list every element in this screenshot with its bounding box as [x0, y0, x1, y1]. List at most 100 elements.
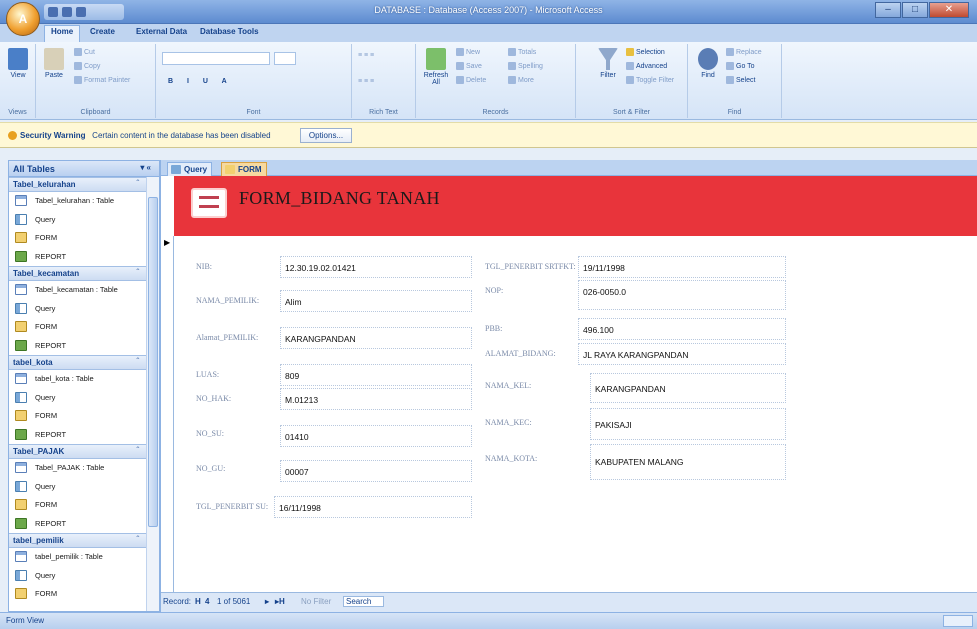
tgl-penerbit-srtfkt-field[interactable]: 19/11/1998	[578, 256, 786, 278]
nav-item-report[interactable]: REPORT	[9, 515, 147, 534]
first-record-button[interactable]: H	[195, 597, 201, 606]
spelling-button[interactable]: Spelling	[508, 62, 543, 70]
nav-scrollbar[interactable]	[146, 177, 159, 611]
nav-item-table[interactable]: Tabel_kelurahan : Table	[9, 192, 147, 211]
advanced-button[interactable]: Advanced	[626, 62, 667, 70]
no-gu-field[interactable]: 00007	[280, 460, 472, 482]
tab-create[interactable]: Create	[90, 27, 115, 36]
select-icon	[726, 76, 734, 84]
options-button[interactable]: Options...	[300, 128, 352, 143]
no-hak-field[interactable]: M.01213	[280, 388, 472, 410]
nav-group-header[interactable]: tabel_pemilik ˆ	[9, 533, 147, 548]
refresh-button[interactable]: Refresh All	[422, 48, 450, 86]
nama-kota-field[interactable]: KABUPATEN MALANG	[590, 444, 786, 480]
pbb-field[interactable]: 496.100	[578, 318, 786, 340]
close-button[interactable]: ✕	[929, 2, 969, 18]
maximize-button[interactable]: □	[902, 2, 928, 18]
next-record-button[interactable]: ▸	[265, 597, 269, 606]
save-record-button[interactable]: Save	[456, 62, 482, 70]
minimize-button[interactable]: –	[875, 2, 901, 18]
paste-button[interactable]: Paste	[40, 48, 68, 79]
tab-database-tools[interactable]: Database Tools	[200, 27, 259, 36]
record-pointer-icon: ▶	[164, 238, 171, 247]
cut-button[interactable]: Cut	[74, 48, 95, 56]
nav-item-form[interactable]: FORM	[9, 496, 147, 515]
collapse-icon[interactable]: ˆ	[136, 535, 139, 544]
nav-item-form[interactable]: FORM	[9, 318, 147, 337]
no-su-field[interactable]: 01410	[280, 425, 472, 447]
nav-item-query[interactable]: Query	[9, 300, 147, 319]
nop-field[interactable]: 026-0050.0	[578, 280, 786, 310]
table-icon	[15, 462, 27, 473]
font-size-box[interactable]	[274, 52, 296, 65]
select-button[interactable]: Select	[726, 76, 755, 84]
prev-record-button[interactable]: 4	[205, 597, 209, 606]
nav-header[interactable]: All Tables ▾ «	[9, 161, 159, 177]
nav-item-query[interactable]: Query	[9, 211, 147, 230]
tab-query[interactable]: Query	[167, 162, 213, 176]
totals-button[interactable]: Totals	[508, 48, 536, 56]
toggle-filter-button[interactable]: Toggle Filter	[626, 76, 674, 84]
more-button[interactable]: More	[508, 76, 534, 84]
nav-item-form[interactable]: FORM	[9, 229, 147, 248]
nama-pemilik-field[interactable]: Alim	[280, 290, 472, 312]
record-position[interactable]: 1 of 5061	[217, 597, 250, 606]
tab-home[interactable]: Home	[44, 25, 81, 42]
nav-item-form[interactable]: FORM	[9, 585, 147, 604]
nama-kel-field[interactable]: KARANGPANDAN	[590, 373, 786, 403]
collapse-icon[interactable]: ˆ	[136, 268, 139, 277]
alamat-bidang-field[interactable]: JL RAYA KARANGPANDAN	[578, 343, 786, 365]
view-switcher[interactable]	[943, 615, 973, 627]
nav-item-table[interactable]: tabel_kota : Table	[9, 370, 147, 389]
nib-field[interactable]: 12.30.19.02.01421	[280, 256, 472, 278]
nav-group-header[interactable]: Tabel_kelurahan ˆ	[9, 177, 147, 192]
chevron-down-icon[interactable]: ▾ «	[140, 163, 151, 172]
collapse-icon[interactable]: ˆ	[136, 179, 139, 188]
last-record-button[interactable]: ▸H	[275, 597, 285, 606]
record-selector[interactable]: ▶	[161, 236, 174, 592]
copy-button[interactable]: Copy	[74, 62, 100, 70]
scroll-thumb[interactable]	[148, 197, 158, 527]
filter-button[interactable]: Filter	[594, 48, 622, 79]
find-button[interactable]: Find	[694, 48, 722, 79]
delete-record-button[interactable]: Delete	[456, 76, 486, 84]
nav-item-report[interactable]: REPORT	[9, 248, 147, 267]
report-icon	[15, 517, 27, 529]
new-record-button[interactable]: New	[456, 48, 480, 56]
format-painter-button[interactable]: Format Painter	[74, 76, 130, 84]
nav-item-form[interactable]: FORM	[9, 407, 147, 426]
spelling-icon	[508, 62, 516, 70]
collapse-icon[interactable]: ˆ	[136, 357, 139, 366]
office-button[interactable]: A	[6, 2, 40, 36]
goto-button[interactable]: Go To	[726, 62, 755, 70]
font-style-buttons[interactable]: B I U A	[168, 78, 233, 85]
no-hak-label: NO_HAK:	[196, 394, 232, 403]
tgl-penerbit-su-field[interactable]: 16/11/1998	[274, 496, 472, 518]
font-name-box[interactable]	[162, 52, 270, 65]
align-icons[interactable]: ≡ ≡ ≡	[358, 52, 374, 59]
tab-form[interactable]: FORM	[221, 162, 267, 176]
nav-item-query[interactable]: Query	[9, 567, 147, 586]
nav-group-header[interactable]: Tabel_PAJAK ˆ	[9, 444, 147, 459]
nav-item-query[interactable]: Query	[9, 478, 147, 497]
nav-item-report[interactable]: REPORT	[9, 426, 147, 445]
nav-item-table[interactable]: Tabel_kecamatan : Table	[9, 281, 147, 300]
no-filter-indicator[interactable]: No Filter	[301, 597, 331, 606]
nama-kec-field[interactable]: PAKISAJI	[590, 408, 786, 440]
collapse-icon[interactable]: ˆ	[136, 446, 139, 455]
nav-item-label: Query	[35, 214, 56, 224]
nav-item-table[interactable]: Tabel_PAJAK : Table	[9, 459, 147, 478]
nav-group-header[interactable]: Tabel_kecamatan ˆ	[9, 266, 147, 281]
search-box[interactable]: Search	[343, 596, 385, 607]
alamat-pemilik-field[interactable]: KARANGPANDAN	[280, 327, 472, 349]
nav-item-query[interactable]: Query	[9, 389, 147, 408]
view-button[interactable]: View	[4, 48, 32, 79]
nav-item-table[interactable]: tabel_pemilik : Table	[9, 548, 147, 567]
selection-button[interactable]: Selection	[626, 48, 665, 56]
nav-group-header[interactable]: tabel_kota ˆ	[9, 355, 147, 370]
list-icons[interactable]: ≡ ≡ ≡	[358, 78, 374, 85]
nav-item-report[interactable]: REPORT	[9, 337, 147, 356]
tab-external-data[interactable]: External Data	[136, 27, 187, 36]
replace-button[interactable]: Replace	[726, 48, 762, 56]
luas-field[interactable]: 809	[280, 364, 472, 386]
